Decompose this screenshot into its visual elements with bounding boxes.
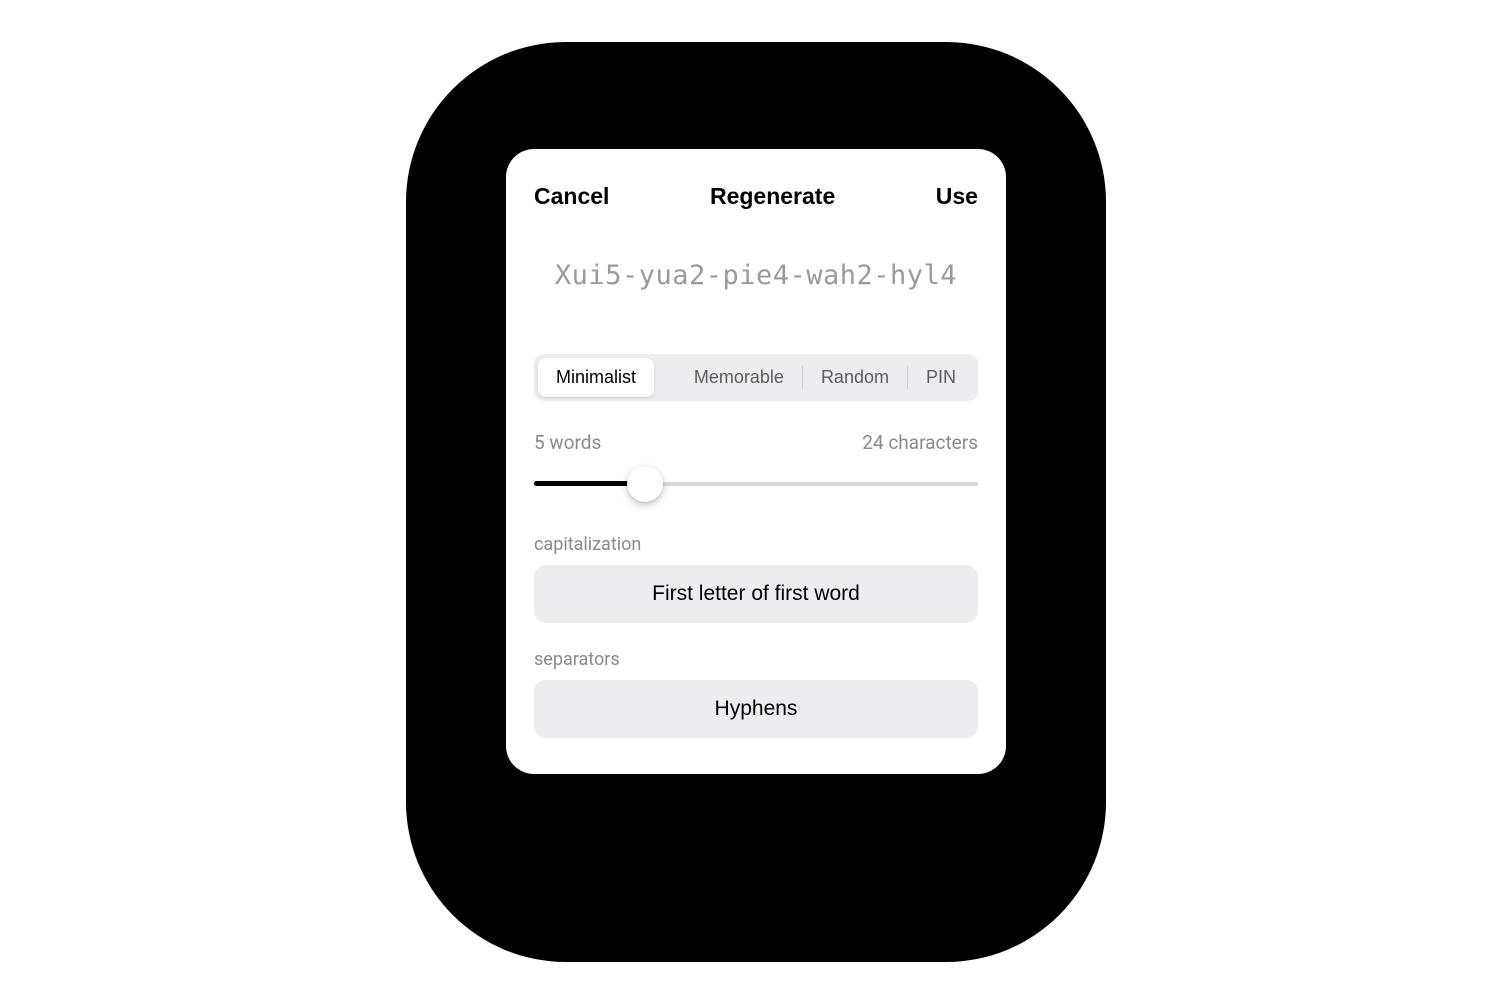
- capitalization-label: capitalization: [534, 534, 978, 555]
- segment-minimalist[interactable]: Minimalist: [538, 358, 654, 397]
- generated-password: Xui5-yua2-pie4-wah2-hyl4: [534, 256, 978, 295]
- separators-selector[interactable]: Hyphens: [534, 680, 978, 738]
- cancel-button[interactable]: Cancel: [534, 183, 609, 210]
- slider-labels: 5 words 24 characters: [534, 431, 978, 454]
- segment-pin[interactable]: PIN: [908, 358, 974, 397]
- segment-spacer: [654, 358, 676, 397]
- use-button[interactable]: Use: [936, 183, 978, 210]
- password-generator-card: Cancel Regenerate Use Xui5-yua2-pie4-wah…: [506, 149, 1006, 773]
- slider-right-label: 24 characters: [862, 431, 978, 454]
- segment-memorable[interactable]: Memorable: [676, 358, 802, 397]
- separators-label: separators: [534, 649, 978, 670]
- password-type-segmented-control: Minimalist Memorable Random PIN: [534, 354, 978, 401]
- regenerate-button[interactable]: Regenerate: [710, 183, 835, 210]
- length-slider[interactable]: [534, 464, 978, 504]
- slider-thumb[interactable]: [627, 466, 663, 502]
- slider-left-label: 5 words: [534, 431, 601, 454]
- capitalization-selector[interactable]: First letter of first word: [534, 565, 978, 623]
- segment-random[interactable]: Random: [803, 358, 907, 397]
- header-row: Cancel Regenerate Use: [534, 183, 978, 210]
